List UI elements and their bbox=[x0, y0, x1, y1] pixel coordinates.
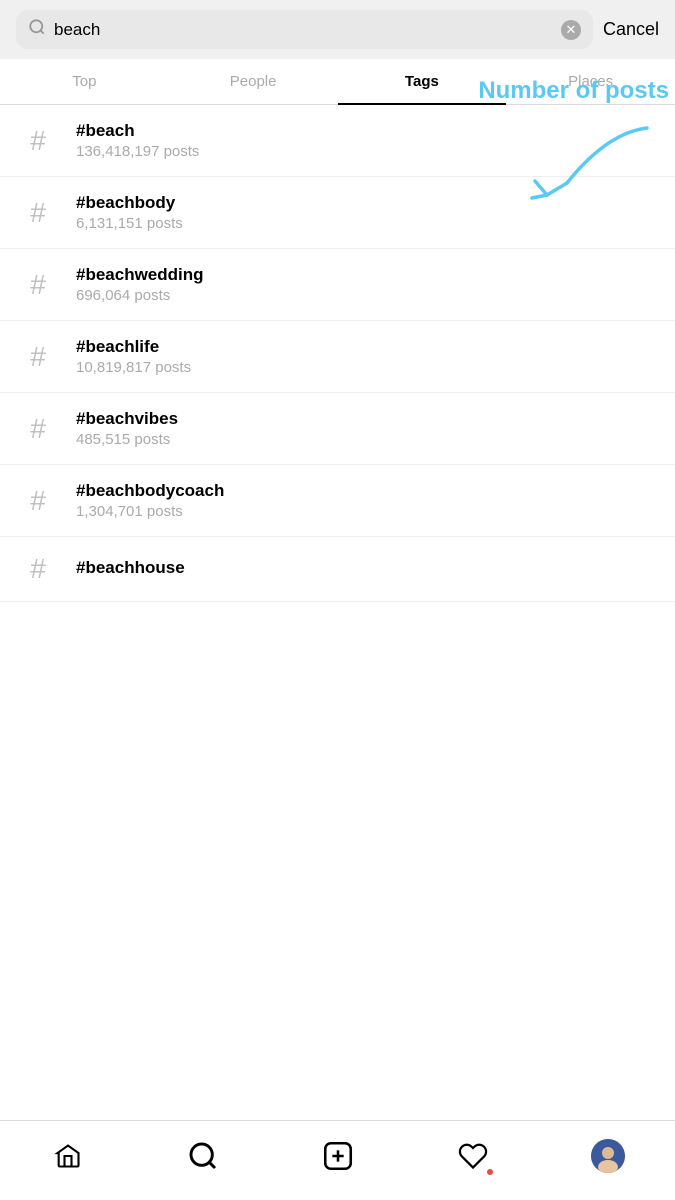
tag-info: #beachvibes 485,515 posts bbox=[76, 409, 659, 448]
notification-dot bbox=[487, 1169, 493, 1175]
tag-count: 1,304,701 posts bbox=[76, 503, 659, 520]
tag-info: #beachhouse bbox=[76, 558, 659, 580]
list-item[interactable]: # #beachwedding 696,064 posts bbox=[0, 249, 675, 321]
clear-button[interactable]: ✕ bbox=[561, 20, 581, 40]
home-icon bbox=[54, 1142, 82, 1170]
tag-info: #beachbody 6,131,151 posts bbox=[76, 193, 659, 232]
list-item[interactable]: # #beachvibes 485,515 posts bbox=[0, 393, 675, 465]
hash-icon: # bbox=[16, 197, 60, 229]
heart-icon bbox=[458, 1141, 488, 1171]
tag-name: #beach bbox=[76, 121, 659, 141]
nav-profile[interactable] bbox=[578, 1131, 638, 1181]
tab-tags[interactable]: Tags bbox=[338, 59, 507, 104]
tag-list: # #beach 136,418,197 posts Number of pos… bbox=[0, 105, 675, 602]
tag-count: 696,064 posts bbox=[76, 287, 659, 304]
tag-info: #beachbodycoach 1,304,701 posts bbox=[76, 481, 659, 520]
tag-name: #beachvibes bbox=[76, 409, 659, 429]
list-item[interactable]: # #beachbodycoach 1,304,701 posts bbox=[0, 465, 675, 537]
hash-icon: # bbox=[16, 341, 60, 373]
tag-name: #beachwedding bbox=[76, 265, 659, 285]
avatar bbox=[591, 1139, 625, 1173]
hash-icon: # bbox=[16, 553, 60, 585]
content-area: # #beach 136,418,197 posts Number of pos… bbox=[0, 105, 675, 682]
list-item[interactable]: # #beachlife 10,819,817 posts bbox=[0, 321, 675, 393]
hash-icon: # bbox=[16, 125, 60, 157]
bottom-nav bbox=[0, 1120, 675, 1200]
tag-count: 10,819,817 posts bbox=[76, 359, 659, 376]
list-item[interactable]: # #beachhouse bbox=[0, 537, 675, 602]
tag-name: #beachhouse bbox=[76, 558, 659, 578]
nav-search[interactable] bbox=[173, 1131, 233, 1181]
list-item[interactable]: # #beach 136,418,197 posts Number of pos… bbox=[0, 105, 675, 177]
tag-count: 485,515 posts bbox=[76, 431, 659, 448]
search-icon bbox=[28, 18, 46, 41]
hash-icon: # bbox=[16, 269, 60, 301]
list-item[interactable]: # #beachbody 6,131,151 posts bbox=[0, 177, 675, 249]
clear-icon: ✕ bbox=[566, 22, 577, 38]
tab-people[interactable]: People bbox=[169, 59, 338, 104]
tab-places[interactable]: Places bbox=[506, 59, 675, 104]
nav-activity[interactable] bbox=[443, 1131, 503, 1181]
search-bar: beach ✕ Cancel bbox=[0, 0, 675, 59]
hash-icon: # bbox=[16, 413, 60, 445]
tag-name: #beachbodycoach bbox=[76, 481, 659, 501]
tag-info: #beach 136,418,197 posts bbox=[76, 121, 659, 160]
tag-info: #beachlife 10,819,817 posts bbox=[76, 337, 659, 376]
nav-add[interactable] bbox=[308, 1131, 368, 1181]
search-input[interactable]: beach bbox=[54, 20, 553, 40]
hash-icon: # bbox=[16, 485, 60, 517]
tag-name: #beachbody bbox=[76, 193, 659, 213]
search-nav-icon bbox=[187, 1140, 219, 1172]
add-icon bbox=[321, 1139, 355, 1173]
tabs-container: Top People Tags Places bbox=[0, 59, 675, 105]
tag-name: #beachlife bbox=[76, 337, 659, 357]
nav-home[interactable] bbox=[38, 1131, 98, 1181]
cancel-button[interactable]: Cancel bbox=[603, 19, 659, 40]
search-input-wrapper: beach ✕ bbox=[16, 10, 593, 49]
tab-top[interactable]: Top bbox=[0, 59, 169, 104]
tag-count: 136,418,197 posts bbox=[76, 143, 659, 160]
tag-count: 6,131,151 posts bbox=[76, 215, 659, 232]
tag-info: #beachwedding 696,064 posts bbox=[76, 265, 659, 304]
